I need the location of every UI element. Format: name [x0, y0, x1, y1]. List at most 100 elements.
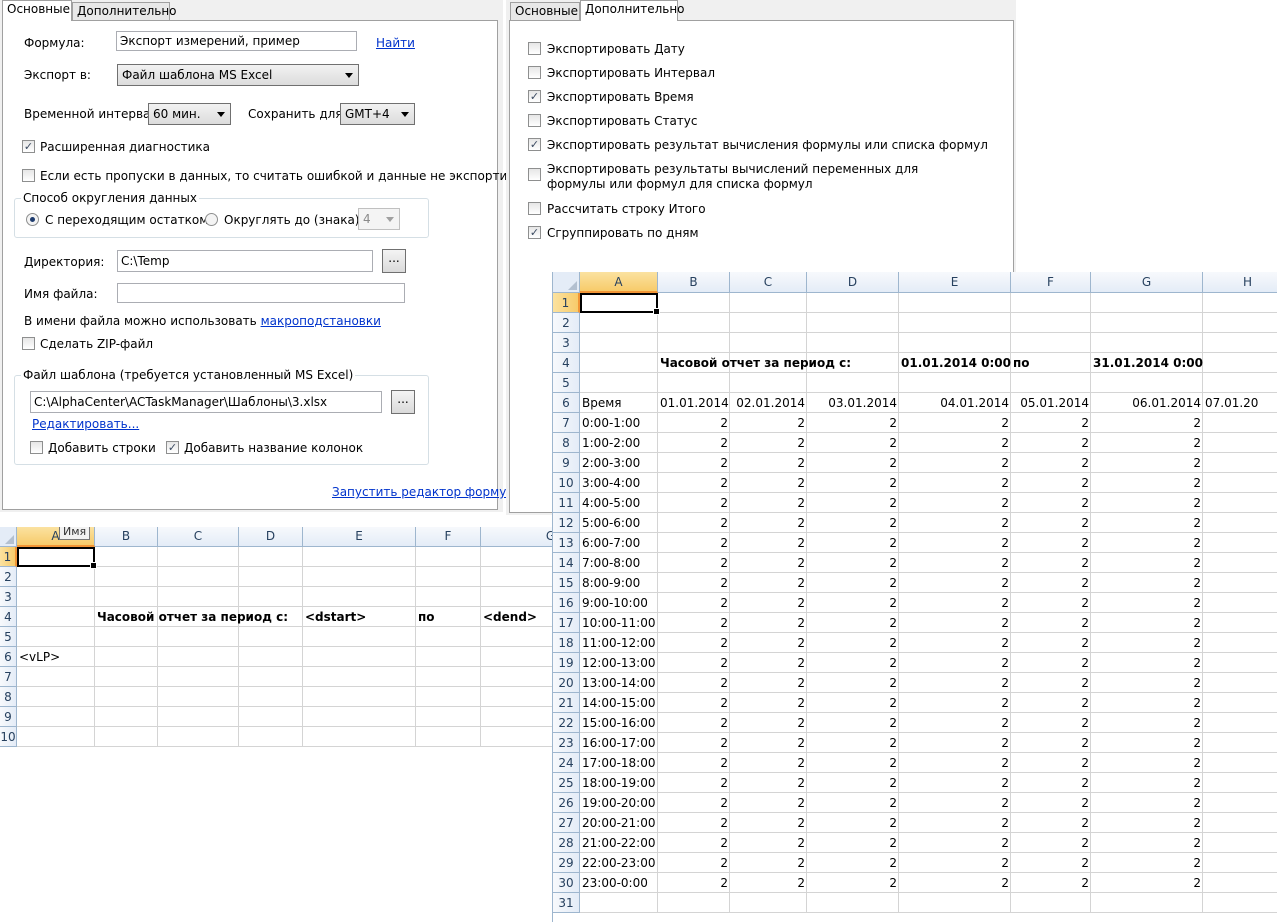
value-cell[interactable]: 2: [1091, 433, 1203, 453]
sheet-cell[interactable]: [303, 587, 416, 607]
hour-label-cell[interactable]: 17:00-18:00: [580, 753, 658, 773]
value-cell[interactable]: 2: [658, 553, 730, 573]
sheet-cell[interactable]: [481, 627, 552, 647]
value-cell[interactable]: 2: [899, 553, 1011, 573]
sheet-cell[interactable]: [239, 547, 303, 567]
value-cell[interactable]: 2: [730, 873, 807, 893]
value-cell[interactable]: 2: [730, 573, 807, 593]
value-cell[interactable]: 2: [807, 773, 899, 793]
sheet-cell[interactable]: [1203, 693, 1277, 713]
sheet-cell[interactable]: [658, 293, 730, 313]
value-cell[interactable]: 2: [807, 673, 899, 693]
row-header[interactable]: 1: [553, 293, 580, 313]
date-header-cell[interactable]: 04.01.2014: [899, 393, 1011, 413]
sheet-cell[interactable]: [481, 647, 552, 667]
sheet-cell[interactable]: [95, 547, 158, 567]
value-cell[interactable]: 2: [899, 633, 1011, 653]
row-header[interactable]: 4: [0, 607, 17, 627]
row-header[interactable]: 7: [553, 413, 580, 433]
export-option-checkbox[interactable]: [528, 66, 541, 79]
sheet-cell[interactable]: [1011, 293, 1091, 313]
add-colnames-checkbox[interactable]: ✓: [166, 441, 179, 454]
value-cell[interactable]: 2: [1011, 613, 1091, 633]
value-cell[interactable]: 2: [807, 713, 899, 733]
gaps-checkbox[interactable]: [22, 169, 35, 182]
value-cell[interactable]: 2: [658, 773, 730, 793]
sheet-cell[interactable]: [1203, 433, 1277, 453]
value-cell[interactable]: 2: [1011, 513, 1091, 533]
sheet-cell[interactable]: [1203, 793, 1277, 813]
value-cell[interactable]: 2: [899, 853, 1011, 873]
hour-label-cell[interactable]: 23:00-0:00: [580, 873, 650, 893]
value-cell[interactable]: 2: [1011, 853, 1091, 873]
value-cell[interactable]: 2: [658, 753, 730, 773]
report-title-cell[interactable]: Часовой отчет за период с:: [95, 607, 290, 627]
sheet-cell[interactable]: [1203, 893, 1277, 913]
value-cell[interactable]: 2: [807, 593, 899, 613]
row-header[interactable]: 24: [553, 753, 580, 773]
report-title-cell[interactable]: Часовой отчет за период с:: [658, 353, 853, 373]
value-cell[interactable]: 2: [1011, 773, 1091, 793]
hour-label-cell[interactable]: 14:00-15:00: [580, 693, 658, 713]
sheet-cell[interactable]: [416, 667, 481, 687]
value-cell[interactable]: 2: [807, 753, 899, 773]
row-header[interactable]: 26: [553, 793, 580, 813]
column-header[interactable]: C: [730, 272, 807, 293]
template-path-field[interactable]: C:\AlphaCenter\ACTaskManager\Шаблоны\3.x…: [30, 391, 382, 413]
row-header[interactable]: 19: [553, 653, 580, 673]
hour-label-cell[interactable]: 7:00-8:00: [580, 553, 642, 573]
row-header[interactable]: 9: [0, 707, 17, 727]
value-cell[interactable]: 2: [730, 513, 807, 533]
value-cell[interactable]: 2: [658, 533, 730, 553]
value-cell[interactable]: 2: [1091, 873, 1203, 893]
value-cell[interactable]: 2: [658, 513, 730, 533]
value-cell[interactable]: 2: [658, 713, 730, 733]
value-cell[interactable]: 2: [658, 453, 730, 473]
sheet-cell[interactable]: [1011, 313, 1091, 333]
sheet-cell[interactable]: [158, 667, 239, 687]
sheet-cell[interactable]: [95, 687, 158, 707]
sheet-cell[interactable]: [17, 547, 95, 567]
row-header[interactable]: 2: [553, 313, 580, 333]
row-header[interactable]: 15: [553, 573, 580, 593]
row-header[interactable]: 28: [553, 833, 580, 853]
hour-label-cell[interactable]: 11:00-12:00: [580, 633, 658, 653]
sheet-cell[interactable]: [1203, 453, 1277, 473]
row-header[interactable]: 6: [553, 393, 580, 413]
sheet-cell[interactable]: [481, 727, 552, 747]
value-cell[interactable]: 2: [658, 873, 730, 893]
sheet-cell[interactable]: [730, 313, 807, 333]
sheet-cell[interactable]: [1203, 413, 1277, 433]
row-header[interactable]: 10: [0, 727, 17, 747]
value-cell[interactable]: 2: [807, 833, 899, 853]
sheet-cell[interactable]: [17, 567, 95, 587]
value-cell[interactable]: 2: [730, 413, 807, 433]
value-cell[interactable]: 2: [807, 413, 899, 433]
value-cell[interactable]: 2: [1011, 453, 1091, 473]
value-cell[interactable]: 2: [730, 473, 807, 493]
value-cell[interactable]: 2: [807, 613, 899, 633]
sheet-cell[interactable]: [481, 547, 552, 567]
value-cell[interactable]: 2: [730, 733, 807, 753]
tab-advanced[interactable]: Дополнительно: [580, 0, 685, 21]
value-cell[interactable]: 2: [1091, 593, 1203, 613]
value-cell[interactable]: 2: [807, 793, 899, 813]
export-format-select[interactable]: Файл шаблона MS Excel: [117, 64, 359, 86]
rounding-digits-select[interactable]: 4: [358, 208, 400, 230]
value-cell[interactable]: 2: [1091, 733, 1203, 753]
sheet-cell[interactable]: [899, 313, 1011, 333]
row-header[interactable]: 2: [0, 567, 17, 587]
value-cell[interactable]: 2: [1091, 853, 1203, 873]
value-cell[interactable]: 2: [1091, 573, 1203, 593]
value-cell[interactable]: 2: [1091, 693, 1203, 713]
value-cell[interactable]: 2: [658, 413, 730, 433]
value-cell[interactable]: 2: [730, 453, 807, 473]
sheet-cell[interactable]: [807, 313, 899, 333]
value-cell[interactable]: 2: [1091, 533, 1203, 553]
sheet-cell[interactable]: [95, 647, 158, 667]
row-header[interactable]: 13: [553, 533, 580, 553]
sheet-cell[interactable]: [303, 647, 416, 667]
value-cell[interactable]: 2: [899, 573, 1011, 593]
value-cell[interactable]: 2: [1091, 793, 1203, 813]
export-option-checkbox[interactable]: ✓: [528, 226, 541, 239]
